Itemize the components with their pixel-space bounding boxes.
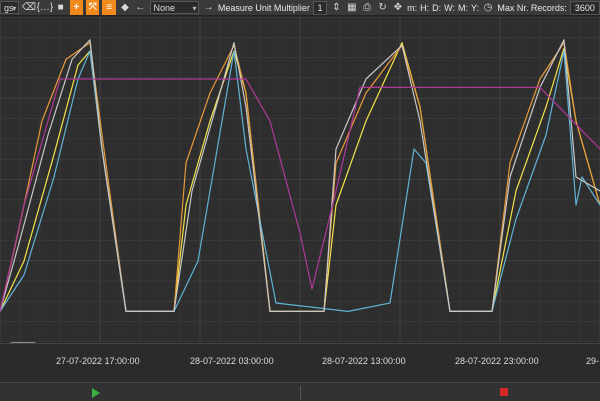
clear-icon[interactable]: ⌫ bbox=[22, 1, 36, 14]
x-tick-label: 28-07-2022 13:00:00 bbox=[322, 356, 406, 366]
play-icon[interactable] bbox=[92, 388, 100, 398]
save-icon[interactable]: ■ bbox=[54, 1, 66, 14]
zoom-in-icon[interactable]: + bbox=[69, 0, 84, 15]
mode-select[interactable]: None bbox=[149, 1, 200, 15]
stop-icon[interactable] bbox=[500, 388, 508, 396]
interval-minutes[interactable]: m: bbox=[407, 3, 417, 13]
x-tick-label: 28-07-2022 03:00:00 bbox=[190, 356, 274, 366]
interval-years[interactable]: Y: bbox=[471, 3, 479, 13]
x-axis: 27-07-2022 17:00:00 28-07-2022 03:00:00 … bbox=[0, 343, 600, 382]
brackets-icon[interactable]: {…} bbox=[37, 1, 54, 14]
clock-icon[interactable]: ◷ bbox=[482, 1, 494, 14]
forward-arrow-icon[interactable]: → bbox=[202, 1, 214, 14]
measure-unit-label: Measure Unit Multiplier bbox=[217, 2, 310, 13]
measure-unit-input[interactable]: 1 bbox=[312, 0, 328, 15]
refresh-icon[interactable]: ↻ bbox=[376, 1, 388, 14]
x-tick-label: 27-07-2022 17:00:00 bbox=[56, 356, 140, 366]
interval-hours[interactable]: H: bbox=[420, 3, 429, 13]
line-chart[interactable] bbox=[0, 16, 600, 343]
toolbar: gs ⌫ {…} ■ + ⤧ ≡ ◆ ← None → Measure Unit… bbox=[0, 0, 600, 16]
interval-days[interactable]: D: bbox=[432, 3, 441, 13]
series-select[interactable]: gs bbox=[0, 1, 20, 15]
divider bbox=[300, 386, 301, 400]
chart-area[interactable] bbox=[0, 16, 600, 347]
interval-months[interactable]: M: bbox=[458, 3, 468, 13]
playback-bar bbox=[0, 382, 600, 401]
max-records-input[interactable]: 3600 bbox=[569, 0, 600, 15]
print-icon[interactable]: ⎙ bbox=[361, 1, 373, 14]
x-tick-label: 28-07-2022 23:00:00 bbox=[455, 356, 539, 366]
max-records-label: Max Nr. Records: bbox=[497, 2, 567, 13]
grid-icon[interactable]: ▦ bbox=[346, 1, 358, 14]
fit-icon[interactable]: ⤧ bbox=[86, 0, 100, 15]
back-arrow-icon[interactable]: ← bbox=[134, 1, 146, 14]
tag-icon[interactable]: ◆ bbox=[119, 1, 131, 14]
move-icon[interactable]: ✥ bbox=[392, 1, 404, 14]
stepper-icon[interactable]: ⇕ bbox=[330, 1, 342, 14]
x-tick-label: 29- bbox=[586, 356, 600, 366]
interval-weeks[interactable]: W: bbox=[444, 3, 455, 13]
menu-icon[interactable]: ≡ bbox=[102, 0, 116, 15]
